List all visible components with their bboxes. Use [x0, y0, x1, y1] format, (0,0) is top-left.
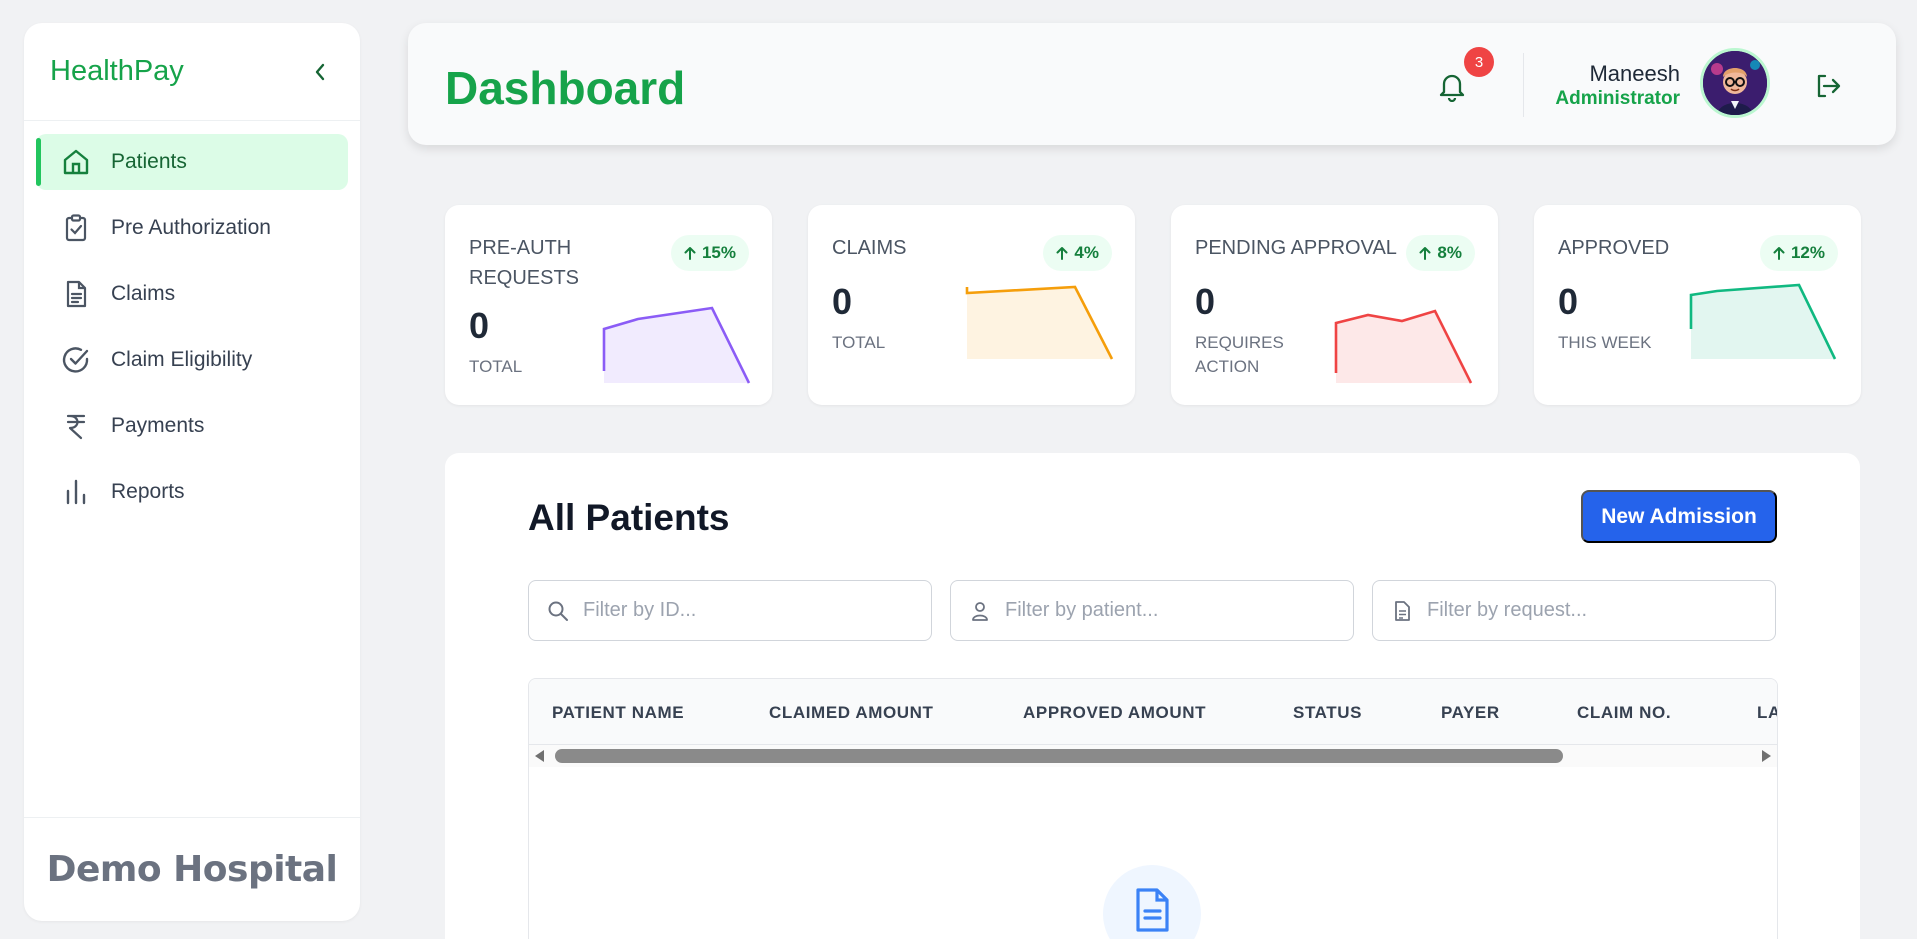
document-icon	[1395, 600, 1410, 621]
stat-card-pre-auth[interactable]: PRE-AUTH REQUESTS 15% 0 TOTAL	[445, 205, 772, 405]
filter-patient-input[interactable]	[1005, 599, 1335, 622]
file-text-icon	[61, 279, 91, 309]
filter-request-input[interactable]	[1427, 599, 1757, 622]
stat-value: 0	[832, 281, 853, 322]
arrow-up-icon	[1419, 247, 1431, 260]
sidebar-nav: Patients Pre Authorization Claims Claim …	[24, 121, 360, 520]
user-icon	[972, 601, 988, 621]
notification-count-badge: 3	[1464, 47, 1494, 77]
trend-value: 8%	[1437, 243, 1462, 262]
stat-card-title: APPROVED	[1558, 237, 1670, 259]
scroll-left-arrow-icon[interactable]	[535, 750, 544, 762]
empty-state-icon	[1103, 865, 1201, 939]
sidebar-item-label: Payments	[111, 414, 205, 437]
stat-card-title: CLAIMS	[832, 237, 907, 259]
sidebar-item-label: Reports	[111, 480, 185, 503]
logout-icon	[1817, 74, 1841, 98]
arrow-up-icon	[1773, 247, 1785, 260]
trend-value: 12%	[1790, 243, 1825, 262]
stat-card-claims[interactable]: CLAIMS 4% 0 TOTAL	[808, 205, 1135, 405]
table-header-row: PATIENT NAME CLAIMED AMOUNT APPROVED AMO…	[529, 679, 1777, 745]
trend-badge: 8%	[1406, 235, 1475, 271]
filter-id-field[interactable]	[528, 580, 932, 641]
section-title: All Patients	[528, 497, 730, 538]
top-header: Dashboard 3 Maneesh Administrator	[408, 23, 1896, 145]
sidebar-item-label: Patients	[111, 150, 187, 173]
check-circle-icon	[61, 345, 91, 375]
stat-value: 0	[1195, 281, 1216, 322]
chevron-left-icon	[315, 63, 325, 80]
sidebar-footer: Demo Hospital	[24, 817, 360, 921]
patients-table: PATIENT NAME CLAIMED AMOUNT APPROVED AMO…	[528, 678, 1778, 939]
column-header[interactable]: LA	[1757, 703, 1777, 723]
horizontal-scrollbar[interactable]	[529, 745, 1777, 767]
column-header[interactable]: PAYER	[1441, 703, 1500, 723]
search-icon	[548, 601, 568, 621]
new-admission-button[interactable]: New Admission	[1581, 490, 1777, 543]
brand-logo[interactable]: HealthPay	[50, 55, 184, 88]
sidebar-item-reports[interactable]: Reports	[36, 464, 348, 520]
collapse-sidebar-button[interactable]	[306, 58, 334, 86]
logout-button[interactable]	[1808, 66, 1848, 106]
sidebar-item-claim-eligibility[interactable]: Claim Eligibility	[36, 332, 348, 388]
sidebar-header: HealthPay	[24, 23, 360, 121]
sidebar-item-claims[interactable]: Claims	[36, 266, 348, 322]
notifications-button[interactable]	[1432, 66, 1472, 106]
sidebar-item-payments[interactable]: Payments	[36, 398, 348, 454]
trend-value: 4%	[1074, 243, 1099, 262]
hospital-name: Demo Hospital	[46, 849, 338, 890]
trend-value: 15%	[701, 243, 736, 262]
sidebar-item-label: Pre Authorization	[111, 216, 271, 239]
sidebar-item-label: Claims	[111, 282, 176, 305]
header-divider	[1523, 53, 1524, 117]
user-name: Maneesh	[1589, 61, 1680, 86]
all-patients-panel: All Patients New Admission PATIENT NAME …	[445, 453, 1860, 939]
stat-subtitle: REQUIRES ACTION	[1195, 333, 1284, 376]
file-icon	[1136, 888, 1169, 932]
sparkline-chart	[1689, 283, 1837, 360]
scroll-right-arrow-icon[interactable]	[1762, 750, 1771, 762]
column-header[interactable]: APPROVED AMOUNT	[1023, 703, 1206, 723]
bell-icon	[1439, 74, 1465, 102]
stat-value: 0	[469, 305, 490, 346]
sidebar-item-label: Claim Eligibility	[111, 348, 253, 371]
column-header[interactable]: STATUS	[1293, 703, 1362, 723]
avatar[interactable]	[1700, 48, 1770, 118]
sparkline-chart	[1334, 309, 1473, 384]
filter-request-field[interactable]	[1372, 580, 1776, 641]
stat-value: 0	[1558, 281, 1579, 322]
scrollbar-thumb[interactable]	[555, 749, 1563, 763]
column-header[interactable]: CLAIMED AMOUNT	[769, 703, 934, 723]
filter-id-input[interactable]	[583, 599, 913, 622]
filter-patient-field[interactable]	[950, 580, 1354, 641]
stat-card-approved[interactable]: APPROVED 12% 0 THIS WEEK	[1534, 205, 1861, 405]
column-header[interactable]: PATIENT NAME	[552, 703, 684, 723]
page-title: Dashboard	[445, 62, 686, 114]
column-header[interactable]: CLAIM NO.	[1577, 703, 1671, 723]
stat-card-title: PENDING APPROVAL	[1195, 237, 1397, 259]
stat-card-title: PRE-AUTH REQUESTS	[469, 237, 580, 289]
stat-subtitle: THIS WEEK	[1558, 333, 1652, 352]
trend-badge: 12%	[1759, 235, 1838, 271]
stat-card-pending-approval[interactable]: PENDING APPROVAL 8% 0 REQUIRES ACTION	[1171, 205, 1498, 405]
clipboard-check-icon	[61, 213, 91, 243]
sidebar: HealthPay Patients Pre Authorization Cla…	[24, 23, 360, 921]
arrow-up-icon	[1056, 247, 1068, 260]
sparkline-chart	[602, 306, 751, 384]
home-icon	[61, 147, 91, 177]
stat-subtitle: TOTAL	[469, 357, 523, 376]
sparkline-chart	[965, 285, 1114, 360]
rupee-icon	[61, 411, 91, 441]
bar-chart-icon	[61, 477, 91, 507]
user-role: Administrator	[1555, 88, 1680, 109]
sidebar-item-patients[interactable]: Patients	[36, 134, 348, 190]
arrow-up-icon	[684, 247, 696, 260]
stat-subtitle: TOTAL	[832, 333, 886, 352]
trend-badge: 15%	[670, 235, 749, 271]
sidebar-item-pre-authorization[interactable]: Pre Authorization	[36, 200, 348, 256]
trend-badge: 4%	[1043, 235, 1112, 271]
